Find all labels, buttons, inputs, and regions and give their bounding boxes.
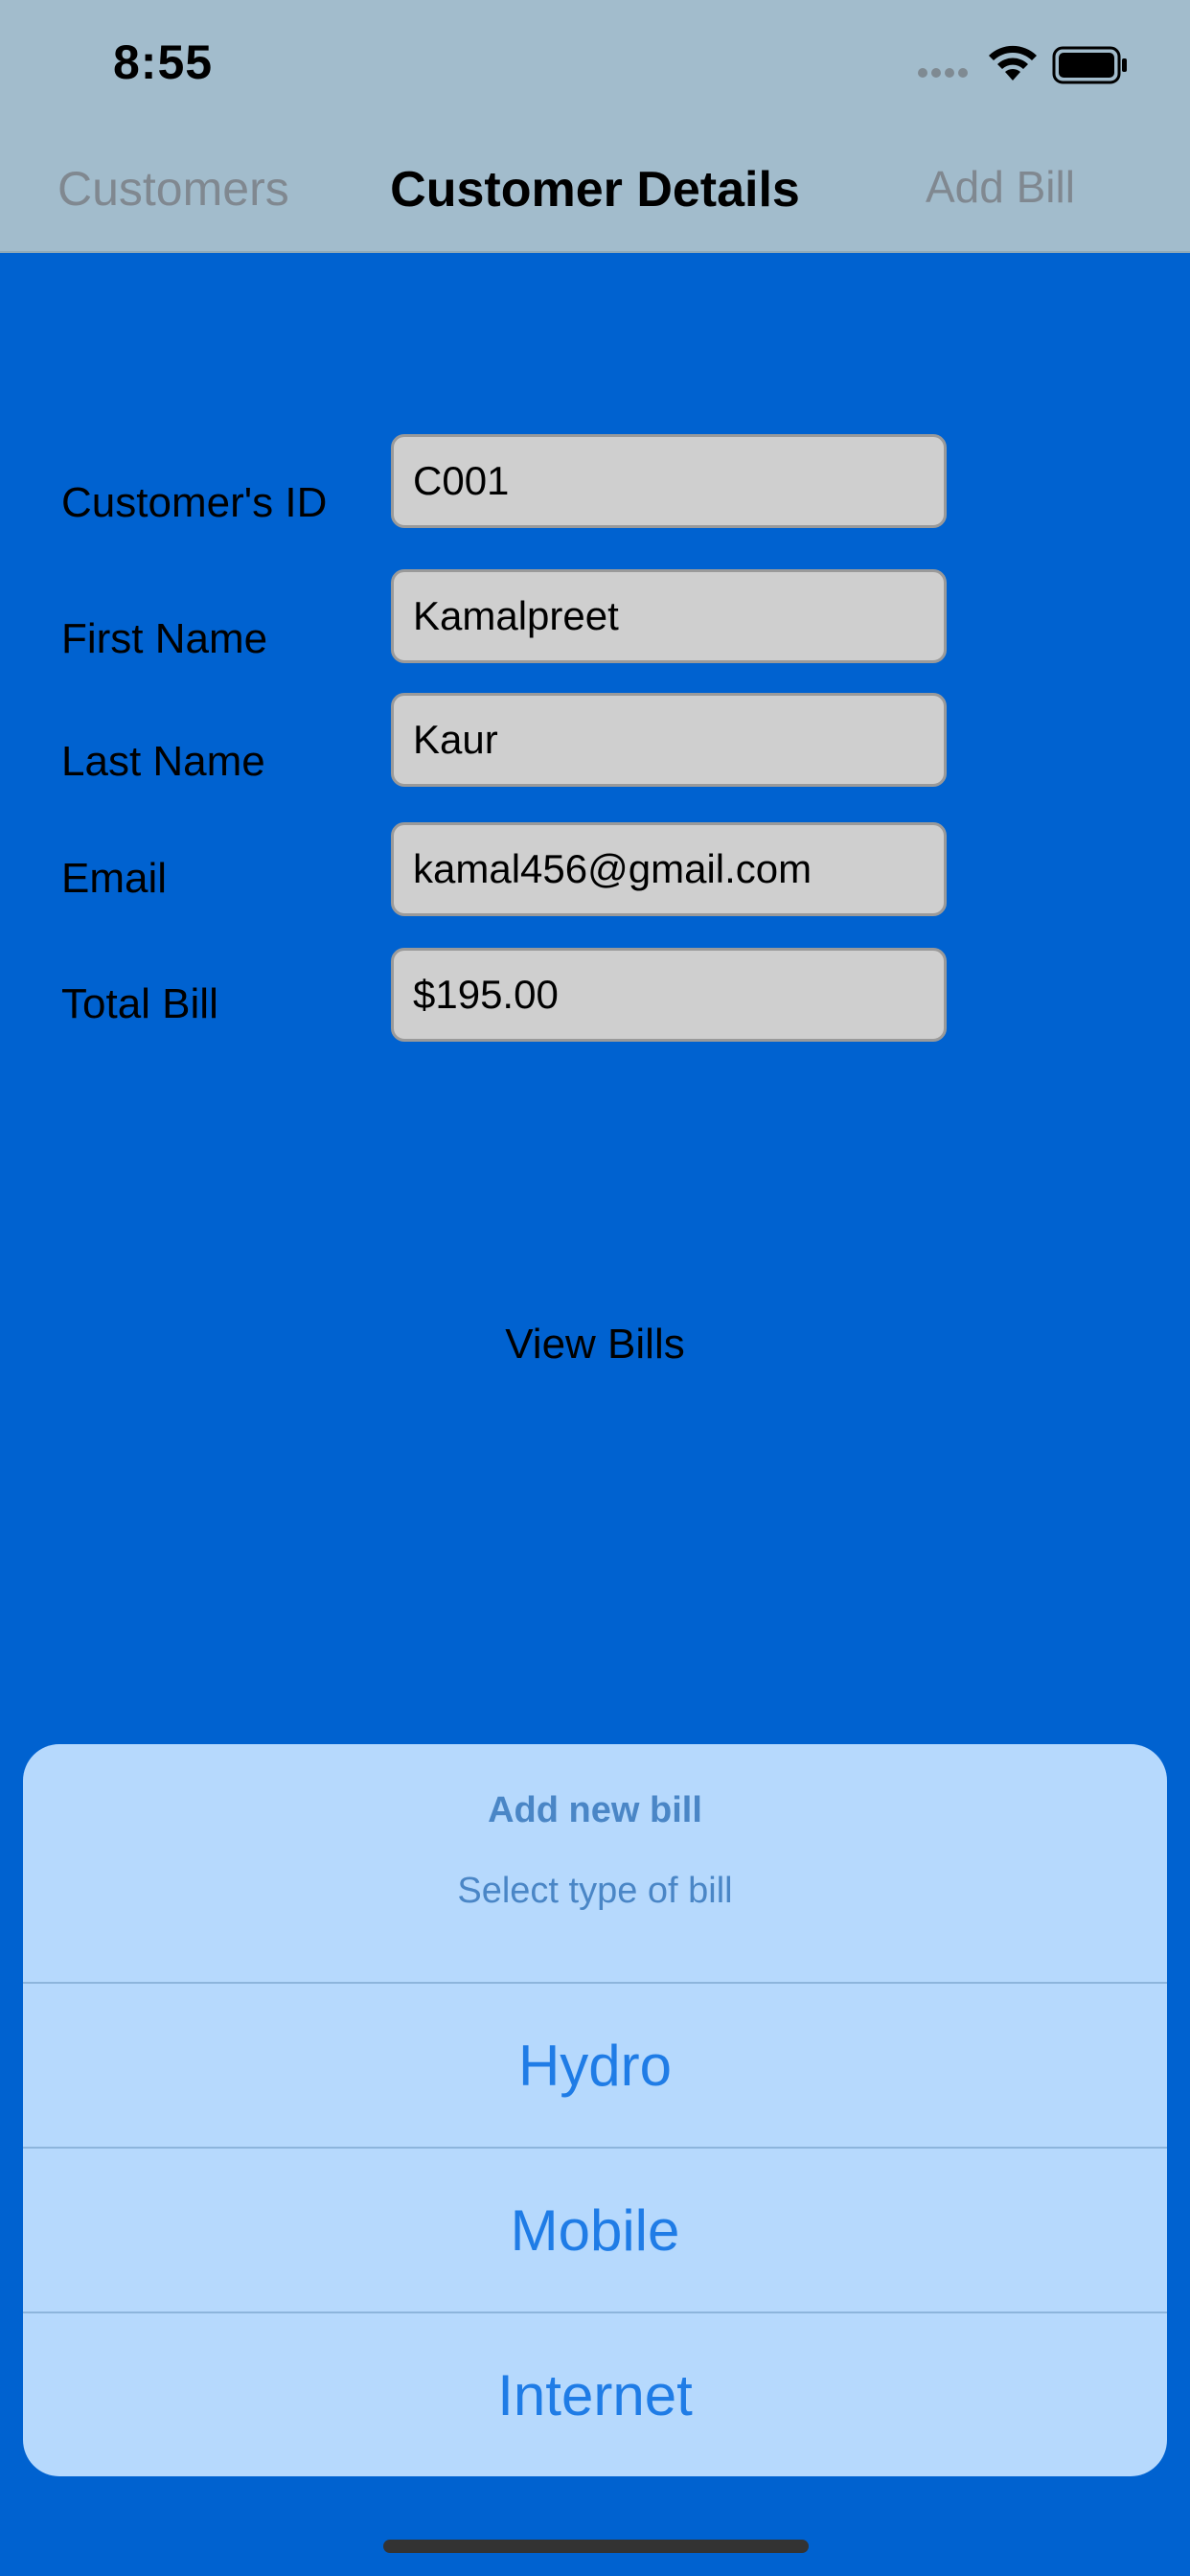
- action-sheet-header: Add new bill Select type of bill: [23, 1744, 1167, 1982]
- navigation-bar: 8:55 Customers Customer Details Add Bill: [0, 0, 1190, 253]
- action-sheet-subtitle: Select type of bill: [457, 1871, 733, 1911]
- last-name-label: Last Name: [61, 738, 265, 785]
- view-bills-button[interactable]: View Bills: [0, 1321, 1190, 1368]
- battery-icon: [1052, 46, 1127, 84]
- home-indicator[interactable]: [383, 2540, 809, 2553]
- total-bill-field[interactable]: $195.00: [391, 948, 947, 1042]
- option-hydro[interactable]: Hydro: [23, 1984, 1167, 2147]
- customer-id-label: Customer's ID: [61, 479, 328, 526]
- email-field[interactable]: kamal456@gmail.com: [391, 822, 947, 916]
- status-time: 8:55: [113, 35, 214, 89]
- add-bill-action-sheet: Add new bill Select type of bill Hydro M…: [23, 1744, 1167, 2476]
- cellular-signal-icon: [918, 68, 968, 78]
- customer-id-field[interactable]: C001: [391, 434, 947, 528]
- first-name-field[interactable]: Kamalpreet: [391, 569, 947, 663]
- email-label: Email: [61, 855, 168, 902]
- first-name-label: First Name: [61, 615, 268, 662]
- option-internet[interactable]: Internet: [23, 2313, 1167, 2476]
- action-sheet-title: Add new bill: [488, 1790, 702, 1830]
- last-name-field[interactable]: Kaur: [391, 693, 947, 787]
- total-bill-label: Total Bill: [61, 980, 218, 1027]
- wifi-icon: [989, 45, 1037, 80]
- add-bill-button[interactable]: Add Bill: [926, 161, 1075, 213]
- option-mobile[interactable]: Mobile: [23, 2149, 1167, 2312]
